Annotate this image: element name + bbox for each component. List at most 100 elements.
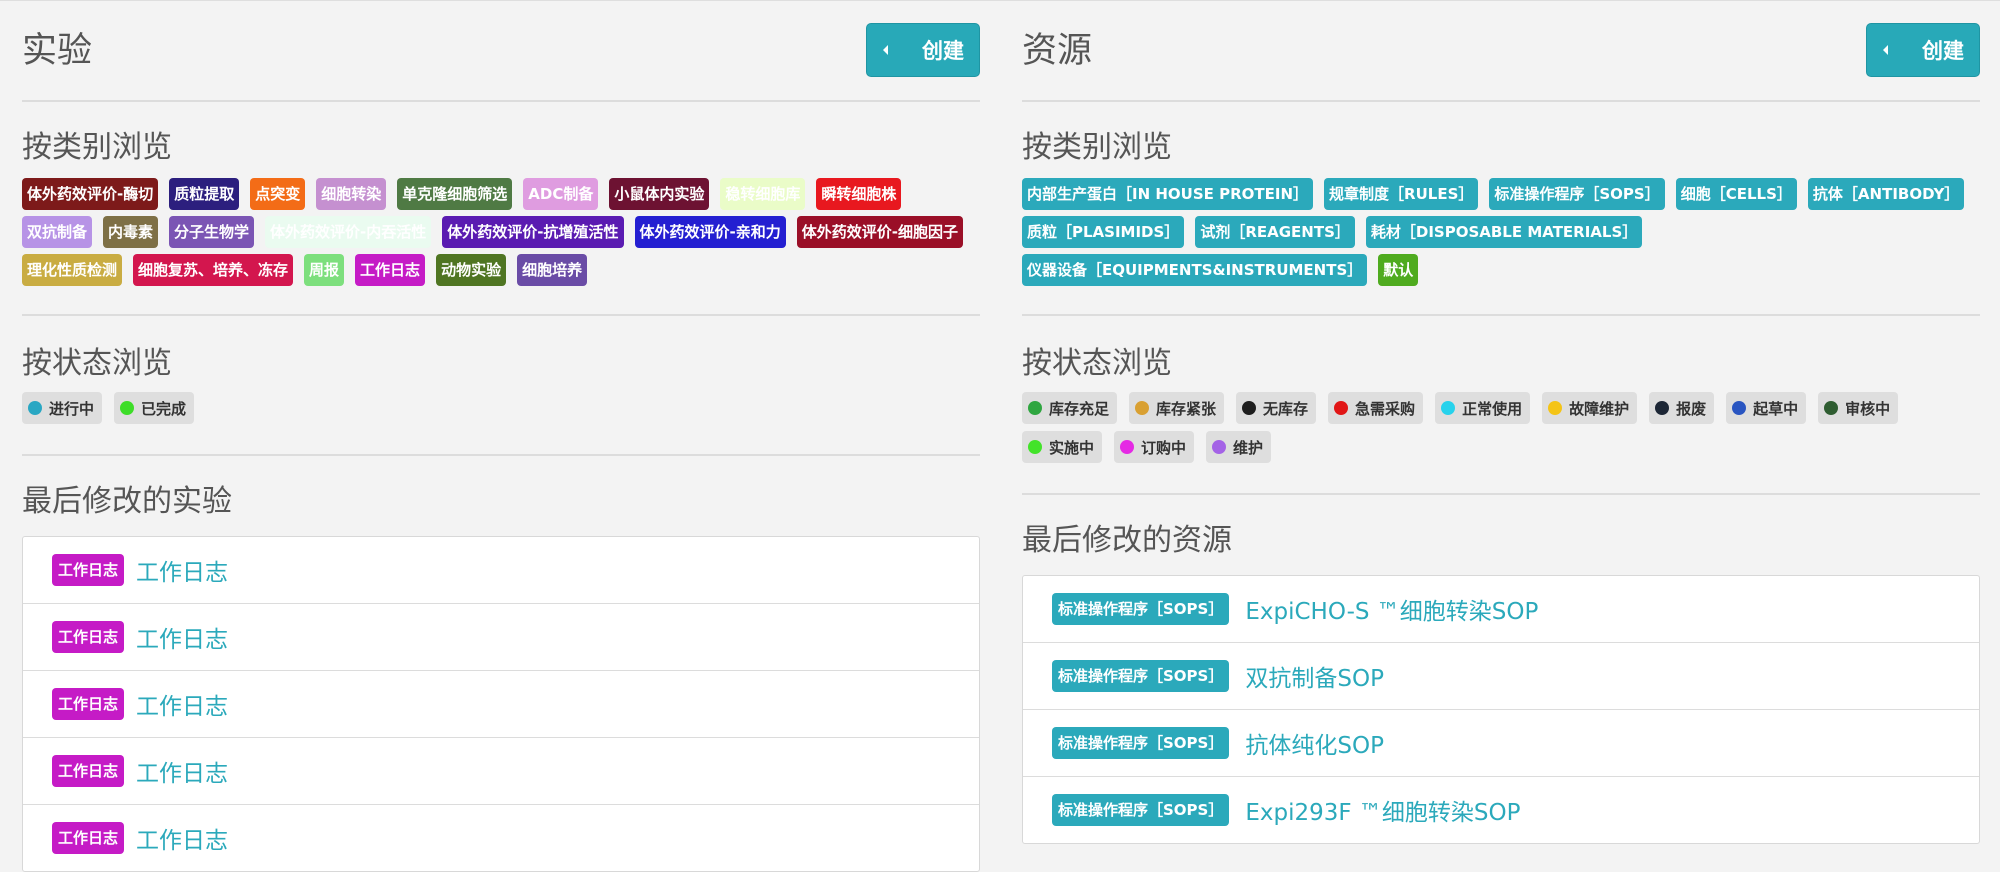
experiment-category-tags: 体外药效评价-酶切 质粒提取 点突变 细胞转染 单克隆细胞筛选 ADC制备 小鼠体内实验 稳转…	[22, 178, 980, 292]
experiments-header: 实验 创建	[22, 0, 980, 100]
item-title-link[interactable]: 工作日志	[136, 620, 228, 654]
status-filter[interactable]: 正常使用	[1435, 392, 1531, 424]
status-label: 无库存	[1263, 399, 1309, 418]
list-item: 工作日志 工作日志	[23, 603, 979, 670]
item-title-link[interactable]: 双抗制备SOP	[1245, 659, 1384, 693]
experiment-category-tag[interactable]: 细胞培养	[517, 254, 588, 286]
category-badge[interactable]: 标准操作程序［SOPS］	[1052, 593, 1230, 625]
resource-category-tag[interactable]: 标准操作程序［SOPS］	[1489, 178, 1665, 210]
status-filter[interactable]: 订购中	[1114, 431, 1195, 463]
category-badge[interactable]: 工作日志	[52, 688, 125, 720]
status-filter[interactable]: 故障维护	[1542, 392, 1638, 424]
category-badge[interactable]: 工作日志	[52, 554, 125, 586]
experiment-category-tag[interactable]: 小鼠体内实验	[609, 178, 710, 210]
resource-status-list: 库存充足 库存紧张 无库存 急需采购 正常使用 故障维护 报废 起草中 审核中实施中 订购中 维护	[1022, 392, 1980, 470]
resource-category-tag[interactable]: 试剂［REAGENTS］	[1195, 216, 1355, 248]
experiment-category-tag[interactable]: 稳转细胞库	[720, 178, 806, 210]
item-title-link[interactable]: 工作日志	[136, 821, 228, 855]
experiment-category-tag[interactable]: 理化性质检测	[22, 254, 123, 286]
category-badge[interactable]: 工作日志	[52, 822, 125, 854]
dashboard: 实验 创建 按类别浏览 体外药效评价-酶切 质粒提取 点突变 细胞转染 单克隆细胞筛选 A…	[0, 0, 2000, 872]
status-filter[interactable]: 库存充足	[1022, 392, 1118, 424]
resources-recent-title: 最后修改的资源	[1022, 523, 1232, 558]
experiment-category-tag[interactable]: 动物实验	[436, 254, 507, 286]
resources-title: 资源	[1022, 31, 1093, 71]
category-badge[interactable]: 标准操作程序［SOPS］	[1052, 727, 1230, 759]
item-title-link[interactable]: 工作日志	[136, 553, 228, 587]
status-dot-icon	[1334, 401, 1349, 415]
status-label: 正常使用	[1462, 399, 1523, 418]
status-dot-icon	[1732, 401, 1747, 415]
category-badge[interactable]: 标准操作程序［SOPS］	[1052, 794, 1230, 826]
resource-category-tag[interactable]: 质粒［PLASIMIDS］	[1022, 216, 1185, 248]
status-label: 实施中	[1049, 438, 1095, 457]
experiment-category-tag[interactable]: 体外药效评价-酶切	[22, 178, 159, 210]
resource-category-tag[interactable]: 抗体［ANTIBODY］	[1807, 178, 1965, 210]
experiment-category-tag[interactable]: 单克隆细胞筛选	[397, 178, 513, 210]
status-label: 进行中	[49, 399, 95, 418]
item-title-link[interactable]: Expi293F ™细胞转染SOP	[1245, 793, 1520, 827]
experiments-recent-title: 最后修改的实验	[22, 484, 232, 519]
status-filter[interactable]: 维护	[1206, 431, 1272, 463]
resource-category-tag[interactable]: 耗材［DISPOSABLE MATERIALS］	[1365, 216, 1643, 248]
category-badge[interactable]: 工作日志	[52, 621, 125, 653]
status-label: 故障维护	[1569, 399, 1630, 418]
list-item: 工作日志 工作日志	[23, 537, 979, 603]
resource-category-tag[interactable]: 细胞［CELLS］	[1675, 178, 1797, 210]
experiment-category-tag[interactable]: 分子生物学	[169, 216, 255, 248]
experiment-status-list: 进行中 已完成	[22, 392, 980, 431]
experiment-category-tag[interactable]: 内毒素	[103, 216, 159, 248]
experiment-category-tag[interactable]: 细胞复苏、培养、冻存	[133, 254, 294, 286]
create-resource-button[interactable]: 创建	[1866, 23, 1980, 77]
experiment-category-tag[interactable]: 瞬转细胞株	[816, 178, 902, 210]
experiment-category-tag[interactable]: 体外药效评价-亲和力	[634, 216, 786, 248]
resource-category-tags: 内部生产蛋白［IN HOUSE PROTEIN］ 规章制度［RULES］ 标准操作程…	[1022, 178, 1980, 292]
status-filter[interactable]: 急需采购	[1328, 392, 1424, 424]
resource-category-tag[interactable]: 仪器设备［EQUIPMENTS&INSTRUMENTS］	[1022, 254, 1368, 286]
category-badge[interactable]: 标准操作程序［SOPS］	[1052, 660, 1230, 692]
experiment-category-tag[interactable]: ADC制备	[523, 178, 599, 210]
status-dot-icon	[1120, 440, 1135, 454]
status-filter[interactable]: 无库存	[1236, 392, 1317, 424]
category-badge[interactable]: 工作日志	[52, 755, 125, 787]
experiments-title: 实验	[22, 31, 93, 71]
experiment-category-tag[interactable]: 体外药效评价-内吞活性	[265, 216, 432, 248]
experiment-category-tag[interactable]: 质粒提取	[169, 178, 240, 210]
status-label: 已完成	[141, 399, 187, 418]
status-filter[interactable]: 审核中	[1818, 392, 1899, 424]
list-item: 标准操作程序［SOPS］ 抗体纯化SOP	[1023, 709, 1979, 776]
item-title-link[interactable]: ExpiCHO-S ™细胞转染SOP	[1245, 592, 1538, 626]
resource-category-tag[interactable]: 内部生产蛋白［IN HOUSE PROTEIN］	[1022, 178, 1314, 210]
experiment-category-tag[interactable]: 细胞转染	[316, 178, 387, 210]
resources-panel: 资源 创建 按类别浏览 内部生产蛋白［IN HOUSE PROTEIN］ 规章制度…	[1022, 0, 1980, 844]
experiment-category-tag[interactable]: 体外药效评价-抗增殖活性	[442, 216, 624, 248]
status-dot-icon	[1028, 440, 1042, 454]
experiment-category-tag[interactable]: 工作日志	[355, 254, 426, 286]
list-item: 标准操作程序［SOPS］ ExpiCHO-S ™细胞转染SOP	[1023, 576, 1979, 642]
status-label: 报废	[1676, 399, 1707, 418]
status-dot-icon	[1242, 401, 1257, 415]
status-label: 订购中	[1141, 438, 1187, 457]
create-experiment-button[interactable]: 创建	[866, 23, 980, 77]
status-filter[interactable]: 报废	[1649, 392, 1715, 424]
resources-header: 资源 创建	[1022, 0, 1980, 100]
caret-left-icon	[1883, 45, 1888, 55]
list-item: 工作日志 工作日志	[23, 737, 979, 804]
status-dot-icon	[120, 401, 135, 415]
item-title-link[interactable]: 工作日志	[136, 754, 228, 788]
experiment-category-tag[interactable]: 点突变	[250, 178, 306, 210]
status-filter[interactable]: 进行中	[22, 392, 103, 424]
status-filter[interactable]: 实施中	[1022, 431, 1103, 463]
experiment-category-tag[interactable]: 体外药效评价-细胞因子	[796, 216, 963, 248]
status-filter[interactable]: 已完成	[114, 392, 195, 424]
experiment-category-tag[interactable]: 周报	[304, 254, 345, 286]
list-item: 标准操作程序［SOPS］ 双抗制备SOP	[1023, 642, 1979, 709]
resource-category-tag[interactable]: 规章制度［RULES］	[1324, 178, 1479, 210]
status-filter[interactable]: 库存紧张	[1129, 392, 1225, 424]
status-filter[interactable]: 起草中	[1726, 392, 1807, 424]
resource-category-tag[interactable]: 默认	[1378, 254, 1419, 286]
experiments-status-title: 按状态浏览	[22, 346, 172, 381]
item-title-link[interactable]: 工作日志	[136, 687, 228, 721]
item-title-link[interactable]: 抗体纯化SOP	[1245, 726, 1384, 760]
experiment-category-tag[interactable]: 双抗制备	[22, 216, 93, 248]
